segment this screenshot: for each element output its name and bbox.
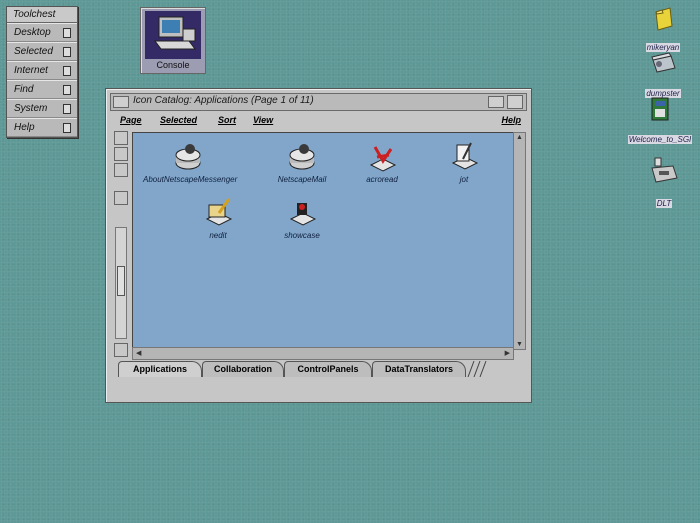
window-menubar: Page Selected Sort View Help: [114, 113, 523, 129]
toolchest-item-find[interactable]: Find: [7, 80, 77, 99]
tab-applications[interactable]: Applications: [118, 361, 202, 377]
menu-sort[interactable]: Sort: [218, 115, 236, 125]
toolchest-item-help[interactable]: Help: [7, 118, 77, 137]
icon-size-slider[interactable]: [115, 227, 127, 339]
window-titlebar[interactable]: Icon Catalog: Applications (Page 1 of 11…: [110, 93, 527, 111]
toolchest-item-desktop[interactable]: Desktop: [7, 23, 77, 42]
acrobat-icon: [337, 139, 427, 173]
toolchest-menu[interactable]: Toolchest Desktop Selected Internet Find…: [6, 6, 78, 138]
submenu-icon: [63, 104, 71, 114]
document-icon: [651, 97, 669, 121]
submenu-icon: [63, 85, 71, 95]
computer-icon: [145, 11, 201, 59]
menu-selected[interactable]: Selected: [160, 115, 197, 125]
app-icon-nedit[interactable]: nedit: [173, 195, 263, 240]
dumpster-icon: [651, 52, 676, 73]
view-list-button[interactable]: [114, 147, 128, 161]
submenu-icon: [63, 47, 71, 57]
app-label: showcase: [284, 231, 320, 240]
slider-knob[interactable]: [117, 266, 125, 296]
scroll-right-arrow-icon[interactable]: ▶: [505, 349, 510, 357]
app-label: NetscapeMail: [277, 175, 327, 184]
desktop-icon-label: DLT: [655, 199, 673, 208]
window-title: Icon Catalog: Applications (Page 1 of 11…: [133, 95, 314, 106]
maximize-button[interactable]: [507, 95, 523, 109]
app-label: AboutNetscapeMessenger: [143, 175, 238, 184]
more-tabs-icon[interactable]: [464, 361, 488, 377]
console-icon-window[interactable]: Console: [140, 7, 206, 74]
tab-controlpanels[interactable]: ControlPanels: [284, 361, 372, 377]
icon-pane: AboutNetscapeMessenger NetscapeMail acro…: [132, 132, 514, 350]
menu-help[interactable]: Help: [501, 115, 521, 125]
netscape-disk-icon: [257, 139, 347, 173]
scroll-left-arrow-icon[interactable]: ◀: [136, 349, 141, 357]
desktop-icon-label: Welcome_to_SGI: [627, 135, 693, 144]
scroll-up-arrow-icon[interactable]: ▲: [516, 134, 523, 141]
window-menu-button[interactable]: [113, 96, 129, 108]
app-icon-acroread[interactable]: acroread: [337, 139, 427, 184]
editor-icon: [173, 195, 263, 229]
horizontal-scrollbar[interactable]: ◀ ▶: [132, 347, 514, 360]
desktop-icon-welcome[interactable]: Welcome_to_SGI: [622, 96, 698, 147]
tab-collaboration[interactable]: Collaboration: [202, 361, 284, 377]
toolchest-item-system[interactable]: System: [7, 99, 77, 118]
minimize-button[interactable]: [488, 96, 504, 108]
toolchest-item-selected[interactable]: Selected: [7, 42, 77, 61]
app-label: acroread: [366, 175, 398, 184]
console-label: Console: [156, 60, 190, 70]
scroll-down-arrow-icon[interactable]: ▼: [516, 341, 523, 348]
netscape-disk-icon: [143, 139, 233, 173]
arrange-button[interactable]: [114, 191, 128, 205]
icon-catalog-window: Icon Catalog: Applications (Page 1 of 11…: [105, 88, 532, 403]
toolchest-item-label: System: [14, 103, 48, 114]
toolchest-item-label: Find: [14, 84, 34, 95]
menu-page[interactable]: Page: [120, 115, 142, 125]
app-icon-showcase[interactable]: showcase: [257, 195, 347, 240]
toolchest-item-label: Selected: [14, 46, 53, 57]
app-icon-netscapemail[interactable]: NetscapeMail: [257, 139, 347, 184]
toolchest-item-label: Desktop: [14, 27, 51, 38]
view-icons-button[interactable]: [114, 131, 128, 145]
page-tabs: Applications Collaboration ControlPanels…: [118, 361, 523, 377]
tab-datatranslators[interactable]: DataTranslators: [372, 361, 466, 377]
toolchest-item-internet[interactable]: Internet: [7, 61, 77, 80]
menu-view[interactable]: View: [253, 115, 273, 125]
app-icon-aboutnetscapemessenger[interactable]: AboutNetscapeMessenger: [143, 139, 238, 184]
toolchest-item-label: Help: [14, 122, 35, 133]
desktop-icon-dlt[interactable]: DLT: [644, 156, 684, 211]
submenu-icon: [63, 66, 71, 76]
showcase-icon: [257, 195, 347, 229]
app-icon-jot[interactable]: jot: [419, 139, 509, 184]
folder-icon: [655, 7, 673, 31]
submenu-icon: [63, 28, 71, 38]
toolchest-title[interactable]: Toolchest: [7, 7, 77, 23]
vertical-scrollbar[interactable]: ▲ ▼: [513, 132, 526, 350]
slider-reset-button[interactable]: [114, 343, 128, 357]
notepad-pencil-icon: [419, 139, 509, 173]
app-label: jot: [459, 175, 469, 184]
desktop-icon-dumpster[interactable]: dumpster: [638, 50, 688, 101]
toolchest-item-label: Internet: [14, 65, 48, 76]
desktop-icon-mikeryan[interactable]: mikeryan: [640, 6, 686, 55]
view-controls: [112, 131, 128, 359]
tape-drive-icon: [651, 157, 678, 183]
view-columns-button[interactable]: [114, 163, 128, 177]
app-label: nedit: [209, 231, 227, 240]
submenu-icon: [63, 123, 71, 133]
